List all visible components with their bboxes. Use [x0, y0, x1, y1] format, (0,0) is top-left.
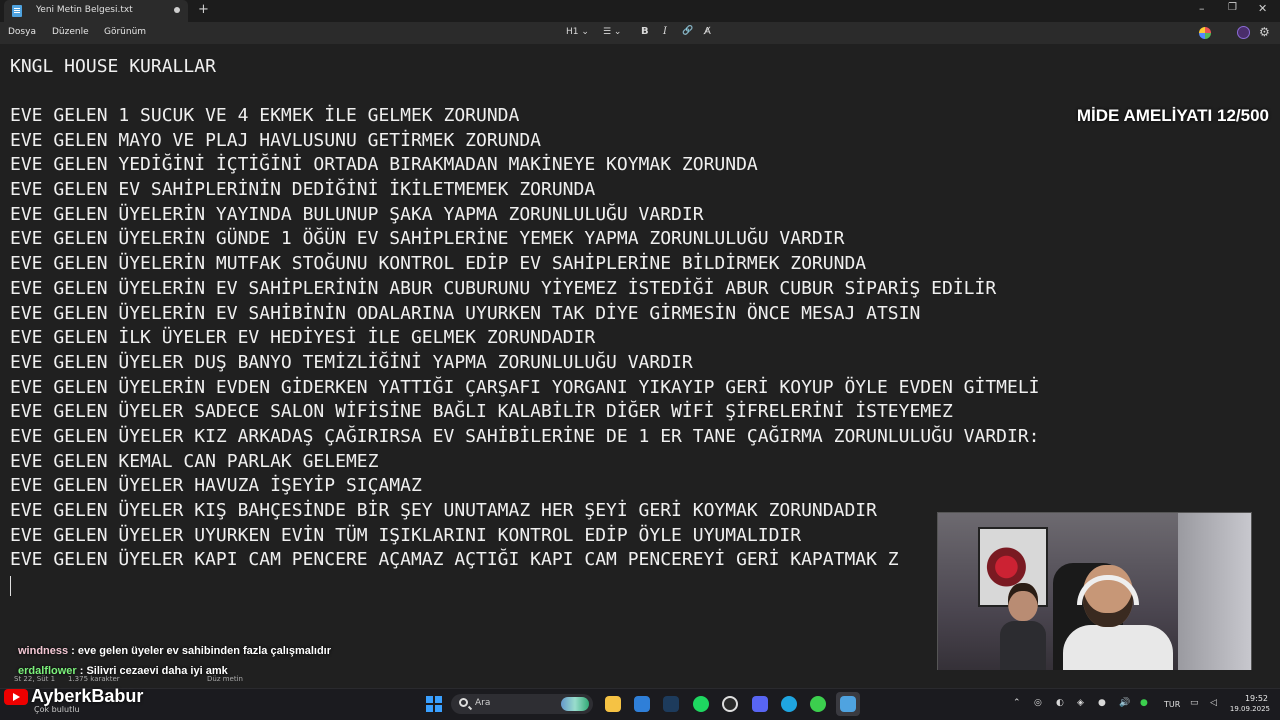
steam-icon[interactable] — [663, 696, 679, 712]
document-line: EVE GELEN MAYO VE PLAJ HAVLUSUNU GETİRME… — [10, 129, 542, 151]
document-title-line: KNGL HOUSE KURALLAR — [10, 56, 216, 77]
document-line: EVE GELEN ÜYELERİN EV SAHİPLERİNİN ABUR … — [10, 277, 997, 299]
notepad-taskbar-icon[interactable] — [840, 696, 856, 712]
discord-icon[interactable] — [752, 696, 768, 712]
chat-message: windness : eve gelen üyeler ev sahibinde… — [18, 645, 331, 657]
notepad-icon — [12, 5, 22, 17]
document-line: EVE GELEN İLK ÜYELER EV HEDİYESİ İLE GEL… — [10, 327, 596, 349]
webcam-window-light — [1178, 513, 1251, 689]
tray-app-icon[interactable]: ◐ — [1056, 698, 1064, 708]
gear-icon[interactable]: ⚙ — [1259, 25, 1270, 39]
title-bar: Yeni Metin Belgesi.txt + – ❐ ✕ — [0, 0, 1280, 22]
document-line: EVE GELEN ÜYELER KIZ ARKADAŞ ÇAĞIRIRSA E… — [10, 425, 1040, 447]
search-placeholder: Ara — [475, 698, 491, 708]
document-line: EVE GELEN ÜYELER KAPI CAM PENCERE AÇAMAZ… — [10, 549, 899, 571]
document-line: EVE GELEN ÜYELERİN MUTFAK STOĞUNU KONTRO… — [10, 253, 867, 275]
volume-icon[interactable]: 🔊 — [1119, 698, 1130, 708]
windows-start-icon[interactable] — [426, 696, 442, 712]
bold-button[interactable]: B — [641, 26, 649, 37]
microphone-icon[interactable]: ● — [1140, 698, 1148, 708]
menu-file[interactable]: Dosya — [8, 27, 36, 37]
new-tab-button[interactable]: + — [198, 2, 209, 17]
spotify-icon[interactable] — [693, 696, 709, 712]
minimize-button[interactable]: – — [1199, 2, 1205, 15]
document-line: EVE GELEN 1 SUCUK VE 4 EKMEK İLE GELMEK … — [10, 105, 520, 126]
document-line: EVE GELEN ÜYELER DUŞ BANYO TEMİZLİĞİNİ Y… — [10, 351, 693, 373]
stream-counter-overlay: MİDE AMELİYATI 12/500 — [1076, 106, 1269, 125]
file-explorer-icon[interactable] — [605, 696, 621, 712]
obs-icon[interactable] — [722, 696, 738, 712]
chat-text: : eve gelen üyeler ev sahibinden fazla ç… — [68, 645, 332, 657]
tray-chevron-up-icon[interactable]: ⌃ — [1013, 698, 1021, 708]
chat-username: erdalflower — [18, 665, 77, 677]
chat-text: : Silivri cezaevi daha iyi amk — [76, 665, 228, 677]
list-dropdown[interactable]: ☰ ⌄ — [603, 27, 621, 37]
language-indicator[interactable]: TUR — [1164, 700, 1180, 709]
document-line: EVE GELEN ÜYELER UYURKEN EVİN TÜM IŞIKLA… — [10, 524, 802, 546]
chat-username: windness — [18, 645, 69, 657]
speaker-icon[interactable]: ◁ — [1210, 698, 1217, 708]
document-line: EVE GELEN ÜYELERİN YAYINDA BULUNUP ŞAKA … — [10, 203, 704, 225]
document-line: EVE GELEN ÜYELER HAVUZA İŞEYİP SIÇAMAZ — [10, 475, 422, 497]
account-avatar[interactable] — [1237, 26, 1250, 39]
document-line: EVE GELEN KEMAL CAN PARLAK GELEMEZ — [10, 450, 379, 472]
taskbar-search[interactable]: Ara — [451, 694, 593, 714]
tray-app-icon[interactable]: ◎ — [1034, 698, 1042, 708]
italic-button[interactable]: I — [663, 26, 667, 37]
menu-bar: Dosya Düzenle Görünüm H1 ⌄ ☰ ⌄ B I 🔗 A̸ — [0, 22, 1280, 44]
taskbar-date[interactable]: 19.09.2025 — [1226, 705, 1270, 713]
document-line: EVE GELEN ÜYELERİN EVDEN GİDERKEN YATTIĞ… — [10, 376, 1040, 398]
document-lines: EVE GELEN 1 SUCUK VE 4 EKMEK İLE GELMEK … — [10, 104, 1040, 573]
maximize-button[interactable]: ❐ — [1228, 2, 1237, 13]
document-line: EVE GELEN ÜYELERİN GÜNDE 1 ÖĞÜN EV SAHİP… — [10, 228, 845, 250]
menu-edit[interactable]: Düzenle — [52, 27, 89, 37]
document-line: EVE GELEN EV SAHİPLERİNİN DEDİĞİNİ İKİLE… — [10, 179, 596, 201]
photos-icon[interactable] — [634, 696, 650, 712]
document-line: EVE GELEN ÜYELERİN EV SAHİBİNİN ODALARIN… — [10, 302, 921, 324]
close-button[interactable]: ✕ — [1258, 2, 1267, 15]
document-line: EVE GELEN YEDİĞİNİ İÇTİĞİNİ ORTADA BIRAK… — [10, 154, 758, 176]
tray-steam-icon[interactable]: ● — [1098, 698, 1106, 708]
document-line: EVE GELEN ÜYELER SADECE SALON WİFİSİNE B… — [10, 401, 953, 423]
tray-app-icon[interactable]: ◈ — [1077, 698, 1084, 708]
tab-title: Yeni Metin Belgesi.txt — [36, 5, 133, 15]
edge-icon[interactable] — [781, 696, 797, 712]
taskbar-time[interactable]: 19:52 — [1238, 694, 1268, 703]
tab-document[interactable]: Yeni Metin Belgesi.txt — [4, 0, 188, 22]
network-icon[interactable]: ▭ — [1190, 698, 1199, 708]
text-caret — [10, 576, 11, 596]
channel-name: AyberkBabur — [31, 686, 144, 706]
copilot-icon[interactable] — [1199, 27, 1211, 39]
search-icon — [459, 698, 468, 707]
webcam-overlay — [937, 512, 1252, 690]
clear-format-icon[interactable]: A̸ — [704, 26, 711, 37]
document-line: EVE GELEN ÜYELER KIŞ BAHÇESİNDE BİR ŞEY … — [10, 500, 877, 521]
youtube-icon — [4, 689, 28, 705]
unsaved-dot-icon[interactable] — [174, 7, 180, 13]
heading-dropdown[interactable]: H1 ⌄ — [566, 27, 589, 37]
chat-message: erdalflower : Silivri cezaevi daha iyi a… — [18, 665, 228, 677]
menu-view[interactable]: Görünüm — [104, 27, 146, 37]
streamlabs-icon[interactable] — [810, 696, 826, 712]
search-highlight-icon — [561, 697, 589, 711]
link-icon[interactable]: 🔗 — [682, 26, 693, 36]
